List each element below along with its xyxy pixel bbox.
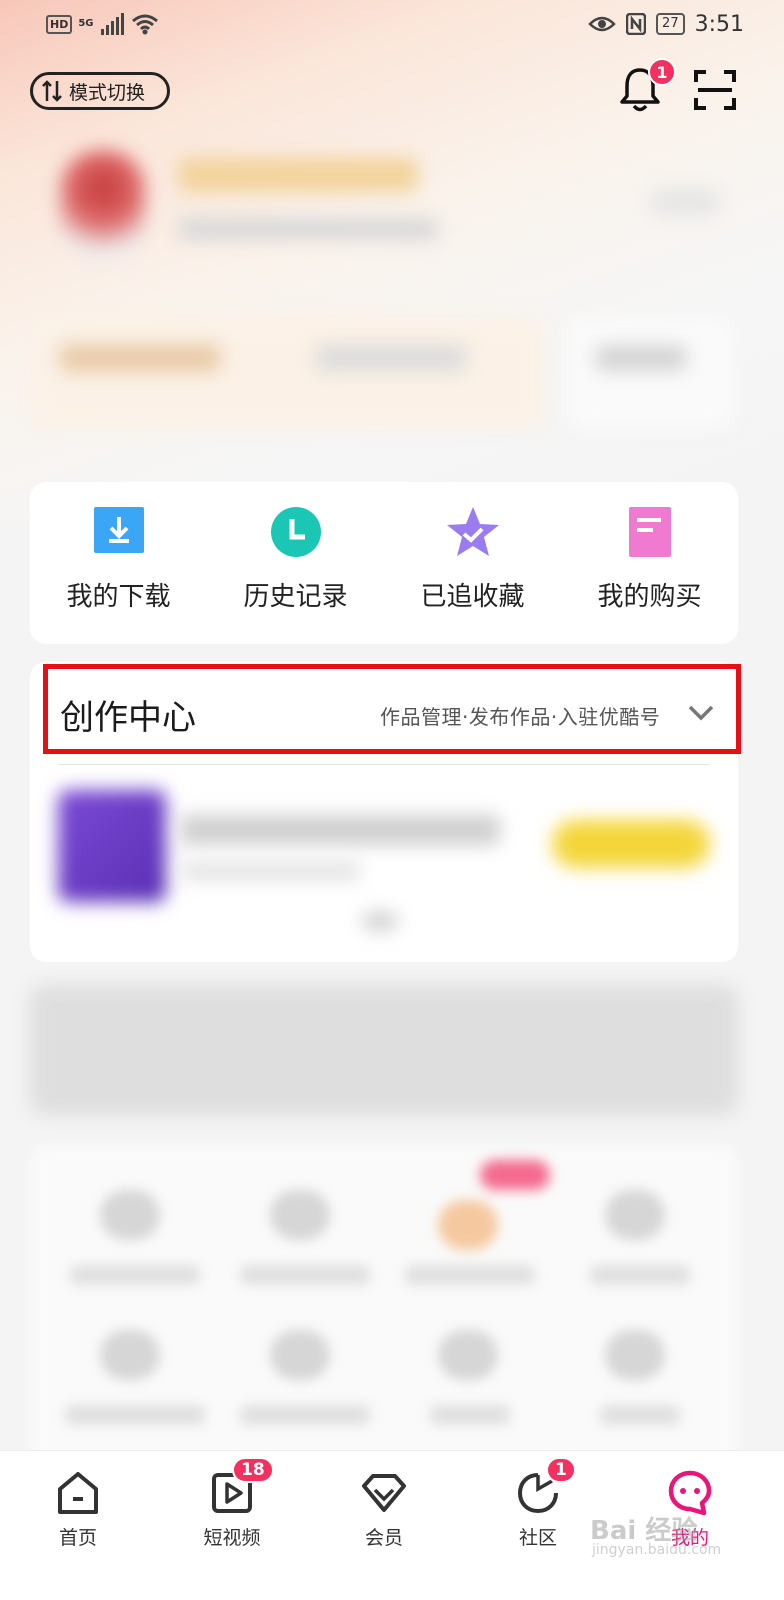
service-icon-blurred [605, 1330, 665, 1380]
nfc-icon [626, 13, 647, 35]
diamond-icon [362, 1474, 406, 1512]
quick-action-label: 我的下载 [66, 582, 171, 612]
quick-action-label: 已追收藏 [420, 582, 525, 612]
promo-indicator-blurred [362, 912, 398, 930]
quick-action-label: 我的购买 [597, 582, 702, 612]
quick-action-label: 历史记录 [243, 582, 348, 612]
services-grid-blurred [30, 1145, 738, 1465]
home-icon [58, 1472, 98, 1514]
service-label-blurred [430, 1405, 510, 1425]
network-indicator: 5G [78, 18, 94, 29]
status-left: HD 5G [46, 13, 158, 35]
chevron-down-icon[interactable] [688, 704, 714, 722]
watermark-url: jingyan.baidu.com [592, 1542, 722, 1558]
service-icon-blurred [605, 1190, 665, 1240]
star-icon [446, 507, 499, 556]
clock-icon [270, 507, 321, 557]
mode-switch-label: 模式切换 [69, 81, 146, 104]
status-bar: HD 5G 27 3:51 [0, 0, 784, 48]
vip-card-text-blurred [60, 345, 220, 371]
promo-thumbnail-blurred[interactable] [58, 790, 166, 902]
divider [58, 764, 710, 765]
status-right: 27 3:51 [588, 12, 744, 37]
quick-action-purchases[interactable]: 我的购买 [575, 504, 725, 644]
service-label-blurred [240, 1405, 370, 1425]
side-card-blurred[interactable] [568, 318, 734, 428]
signal-icon [100, 13, 124, 35]
creator-center-title[interactable]: 创作中心 [60, 690, 196, 739]
tab-label: 社区 [518, 1527, 557, 1549]
tab-vip[interactable]: 会员 [334, 1469, 434, 1550]
quick-actions-card: 我的下载 历史记录 已追收藏 我的购买 [30, 482, 738, 644]
service-icon-blurred [100, 1190, 160, 1240]
vip-card-blurred[interactable] [34, 318, 544, 428]
scan-icon[interactable] [694, 70, 736, 110]
profile-action-blurred[interactable] [650, 188, 720, 216]
battery-indicator: 27 [656, 13, 685, 35]
side-card-text-blurred [596, 346, 686, 370]
switch-arrows-icon [42, 80, 62, 102]
tab-home[interactable]: 首页 [28, 1469, 128, 1550]
quick-action-downloads[interactable]: 我的下载 [44, 504, 194, 644]
tab-label: 会员 [364, 1527, 403, 1549]
avatar[interactable] [60, 150, 146, 260]
clock-time: 3:51 [694, 11, 744, 37]
quick-action-favorites[interactable]: 已追收藏 [398, 504, 548, 644]
user-name-blurred [178, 158, 418, 192]
tab-badge: 18 [232, 1457, 274, 1483]
user-stats-blurred [178, 218, 438, 240]
notification-badge: 1 [648, 58, 676, 86]
vip-card-text2-blurred [316, 345, 466, 371]
service-icon-blurred [438, 1330, 498, 1380]
creator-center-links[interactable]: 作品管理·发布作品·入驻优酷号 [380, 701, 660, 730]
top-header: 模式切换 1 [30, 58, 750, 114]
wifi-icon [131, 14, 158, 35]
tab-community[interactable]: 社区 [488, 1469, 588, 1550]
promo-button-blurred[interactable] [552, 820, 710, 868]
tab-label: 短视频 [203, 1527, 261, 1549]
service-label-blurred [65, 1405, 205, 1425]
service-badge-blurred [480, 1160, 550, 1190]
service-icon-blurred [438, 1200, 498, 1250]
service-label-blurred [240, 1265, 370, 1285]
service-label-blurred [405, 1265, 535, 1285]
service-label-blurred [70, 1265, 200, 1285]
promo-title-blurred [180, 815, 500, 845]
download-icon [93, 507, 144, 553]
tab-label: 首页 [58, 1527, 97, 1549]
receipt-icon [628, 507, 671, 557]
service-icon-blurred [270, 1330, 330, 1380]
quick-action-history[interactable]: 历史记录 [221, 504, 371, 644]
service-icon-blurred [270, 1190, 330, 1240]
promo-subtitle-blurred [180, 862, 360, 880]
mode-switch-button[interactable]: 模式切换 [30, 72, 170, 110]
banner-blurred[interactable] [30, 985, 738, 1115]
tab-badge: 1 [546, 1457, 576, 1483]
hd-indicator: HD [46, 14, 73, 34]
service-label-blurred [600, 1405, 680, 1425]
service-icon-blurred [100, 1330, 160, 1380]
service-label-blurred [590, 1265, 690, 1285]
eye-icon [588, 16, 616, 32]
